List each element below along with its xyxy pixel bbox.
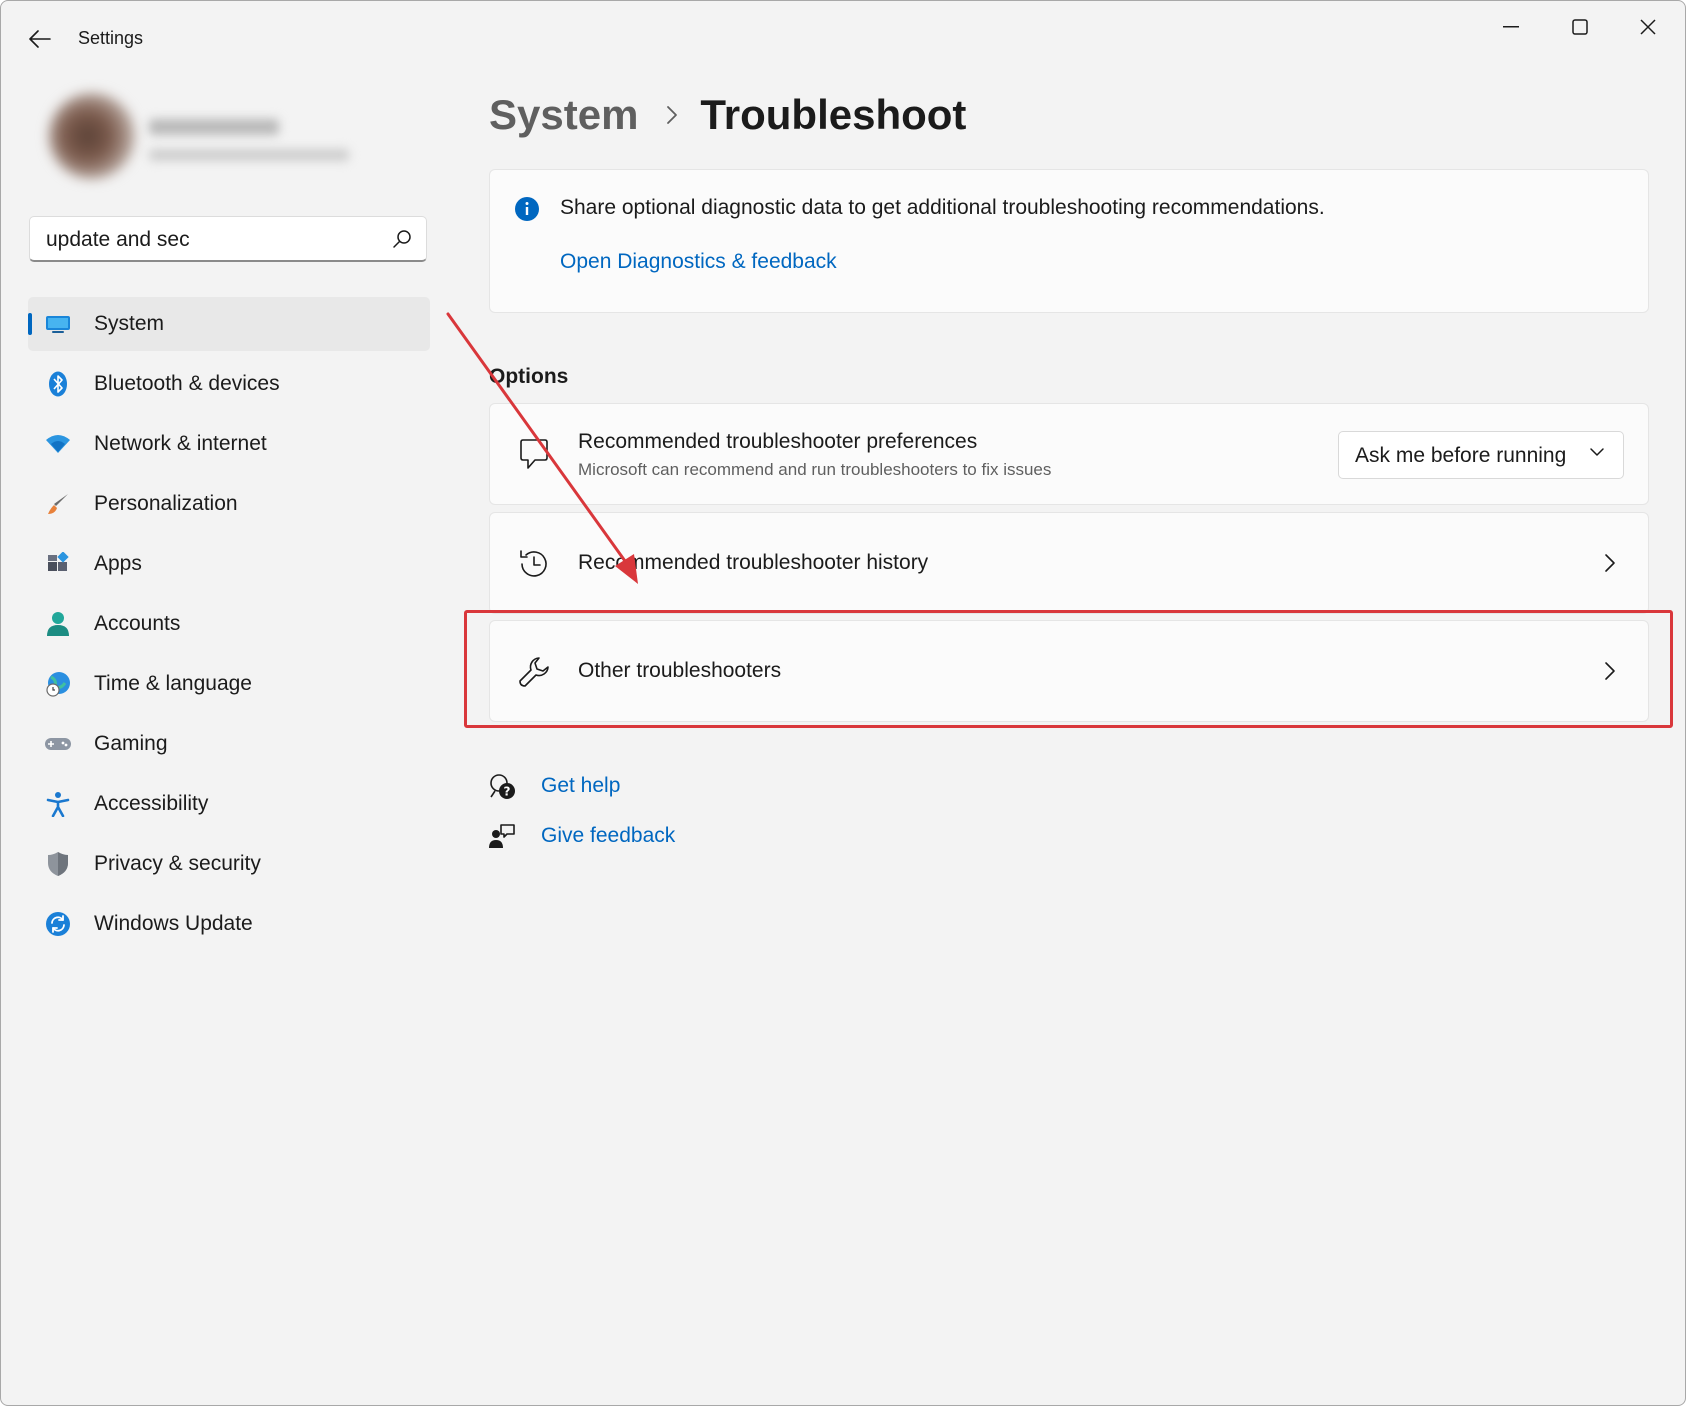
svg-text:?: ?: [504, 785, 511, 799]
chat-bubble-icon: [516, 436, 552, 472]
get-help-link[interactable]: Get help: [541, 774, 620, 798]
paintbrush-icon: [44, 490, 72, 518]
avatar: [49, 93, 135, 179]
diagnostic-info-card: Share optional diagnostic data to get ad…: [489, 169, 1649, 313]
breadcrumb: System Troubleshoot: [489, 87, 966, 143]
sidebar-item-personalization[interactable]: Personalization: [28, 477, 430, 531]
options-section-title: Options: [489, 365, 569, 388]
troubleshooter-preferences-card: Recommended troubleshooter preferences M…: [489, 403, 1649, 505]
wifi-icon: [44, 430, 72, 458]
sidebar-item-label: System: [94, 312, 165, 335]
breadcrumb-parent-link[interactable]: System: [489, 91, 638, 139]
sidebar-item-label: Bluetooth & devices: [94, 372, 280, 395]
title-bar: Settings: [1, 1, 1685, 73]
info-message: Share optional diagnostic data to get ad…: [560, 196, 1325, 219]
settings-window: Settings System: [0, 0, 1686, 1406]
sidebar-item-label: Time & language: [94, 672, 252, 695]
sync-icon: [44, 910, 72, 938]
active-indicator: [28, 313, 32, 335]
close-icon: [1640, 19, 1656, 35]
sidebar-item-windows-update[interactable]: Windows Update: [28, 897, 430, 951]
sidebar-item-label: Accounts: [94, 612, 181, 635]
sidebar-item-bluetooth[interactable]: Bluetooth & devices: [28, 357, 430, 411]
sidebar-item-label: Gaming: [94, 732, 168, 755]
wrench-icon: [516, 654, 552, 690]
sidebar-item-label: Apps: [94, 552, 142, 575]
search-input[interactable]: [44, 223, 378, 257]
chevron-down-icon: [1590, 448, 1604, 456]
profile-name-blurred: [149, 119, 279, 135]
info-icon: [515, 197, 539, 221]
shield-icon: [44, 850, 72, 878]
system-display-icon: [44, 310, 72, 338]
sidebar-item-time-language[interactable]: Time & language: [28, 657, 430, 711]
gamepad-icon: [44, 730, 72, 758]
back-button[interactable]: [23, 23, 57, 55]
minimize-button[interactable]: [1481, 7, 1541, 47]
back-arrow-icon: [29, 30, 51, 48]
app-title: Settings: [78, 28, 144, 48]
other-troubleshooters-title: Other troubleshooters: [578, 659, 782, 682]
sidebar-item-label: Network & internet: [94, 432, 267, 455]
globe-clock-icon: [44, 670, 72, 698]
get-help-icon: ?: [487, 771, 517, 801]
user-profile[interactable]: [39, 87, 369, 197]
search-icon[interactable]: [392, 229, 412, 249]
sidebar-item-apps[interactable]: Apps: [28, 537, 430, 591]
preferences-subtitle: Microsoft can recommend and run troubles…: [578, 460, 1052, 479]
sidebar-item-privacy-security[interactable]: Privacy & security: [28, 837, 430, 891]
preferences-dropdown[interactable]: Ask me before running: [1338, 431, 1624, 479]
sidebar-item-gaming[interactable]: Gaming: [28, 717, 430, 771]
close-button[interactable]: [1618, 7, 1678, 47]
sidebar-item-label: Privacy & security: [94, 852, 261, 875]
apps-icon: [44, 550, 72, 578]
accounts-icon: [44, 610, 72, 638]
minimize-icon: [1503, 26, 1519, 28]
sidebar-item-network[interactable]: Network & internet: [28, 417, 430, 471]
open-diagnostics-link[interactable]: Open Diagnostics & feedback: [560, 250, 837, 274]
dropdown-selected-value: Ask me before running: [1355, 444, 1567, 467]
page-title: Troubleshoot: [700, 91, 967, 138]
get-help-row[interactable]: ? Get help: [487, 771, 620, 801]
history-icon: [516, 546, 552, 582]
sidebar-item-system[interactable]: System: [28, 297, 430, 351]
give-feedback-link[interactable]: Give feedback: [541, 824, 675, 848]
chevron-right-icon: [1600, 553, 1620, 573]
troubleshooter-history-card[interactable]: Recommended troubleshooter history: [489, 512, 1649, 614]
history-title: Recommended troubleshooter history: [578, 551, 929, 574]
sidebar-item-label: Personalization: [94, 492, 238, 515]
sidebar-item-label: Windows Update: [94, 912, 253, 935]
sidebar-item-accessibility[interactable]: Accessibility: [28, 777, 430, 831]
profile-email-blurred: [149, 149, 349, 161]
maximize-button[interactable]: [1550, 7, 1610, 47]
sidebar-nav: System Bluetooth & devices Network & int…: [28, 297, 430, 957]
search-box[interactable]: [29, 216, 427, 262]
breadcrumb-separator-icon: [666, 105, 678, 125]
bluetooth-icon: [44, 370, 72, 398]
chevron-right-icon: [1600, 661, 1620, 681]
accessibility-icon: [44, 790, 72, 818]
sidebar-item-accounts[interactable]: Accounts: [28, 597, 430, 651]
preferences-title: Recommended troubleshooter preferences: [578, 430, 978, 453]
feedback-icon: [487, 821, 517, 851]
sidebar-item-label: Accessibility: [94, 792, 209, 815]
maximize-icon: [1572, 19, 1588, 35]
other-troubleshooters-card[interactable]: Other troubleshooters: [489, 620, 1649, 722]
give-feedback-row[interactable]: Give feedback: [487, 821, 675, 851]
